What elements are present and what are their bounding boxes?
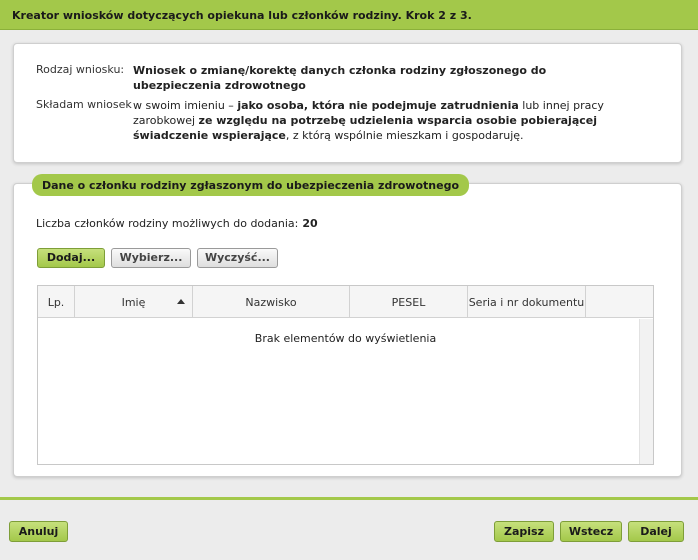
column-header-first-name-label: Imię <box>121 295 146 309</box>
cancel-button[interactable]: Anuluj <box>9 521 68 542</box>
add-button[interactable]: Dodaj... <box>37 248 105 268</box>
footer-divider <box>0 497 698 500</box>
request-kind-label: Rodzaj wniosku: <box>36 63 125 76</box>
section-title: Dane o członku rodziny zgłaszonym do ube… <box>32 174 470 196</box>
declaration-text-5: , z którą wspólnie mieszkam i gospodaruj… <box>285 129 524 142</box>
request-kind-value: Wniosek o zmianę/korektę danych członka … <box>133 64 547 92</box>
next-button[interactable]: Dalej <box>628 521 684 542</box>
available-count: Liczba członków rodziny możliwych do dod… <box>36 217 318 230</box>
column-header-first-name[interactable]: Imię <box>75 286 193 318</box>
declaration-text-2: jako osoba, która nie podejmuje zatrudni… <box>237 99 519 112</box>
available-count-label: Liczba członków rodziny możliwych do dod… <box>36 217 299 230</box>
empty-table-message: Brak elementów do wyświetlenia <box>254 332 437 345</box>
column-header-last-name[interactable]: Nazwisko <box>193 286 350 318</box>
table-header: Lp. Imię Nazwisko PESEL Seria i nr dokum… <box>38 286 653 318</box>
declaration-label: Składam wniosek <box>36 98 132 111</box>
sort-ascending-icon <box>177 299 185 304</box>
family-member-section: Dane o członku rodziny zgłaszonym do ube… <box>13 174 682 477</box>
clear-button[interactable]: Wyczyść... <box>197 248 278 268</box>
request-summary-panel: Rodzaj wniosku: Wniosek o zmianę/korektę… <box>13 43 682 163</box>
column-header-document-number[interactable]: Seria i nr dokumentu <box>468 286 586 318</box>
table-vertical-scrollbar[interactable] <box>639 319 653 464</box>
declaration-text-1: w swoim imieniu – <box>133 99 238 112</box>
available-count-value: 20 <box>302 217 318 230</box>
choose-button[interactable]: Wybierz... <box>111 248 191 268</box>
column-header-lp[interactable]: Lp. <box>38 286 75 318</box>
declaration-value: w swoim imieniu – jako osoba, która nie … <box>133 98 668 143</box>
family-members-table: Lp. Imię Nazwisko PESEL Seria i nr dokum… <box>37 285 654 465</box>
back-button[interactable]: Wstecz <box>560 521 622 542</box>
save-button[interactable]: Zapisz <box>494 521 554 542</box>
wizard-title: Kreator wniosków dotyczących opiekuna lu… <box>0 0 698 30</box>
column-header-filler <box>586 286 653 318</box>
column-header-pesel[interactable]: PESEL <box>350 286 468 318</box>
